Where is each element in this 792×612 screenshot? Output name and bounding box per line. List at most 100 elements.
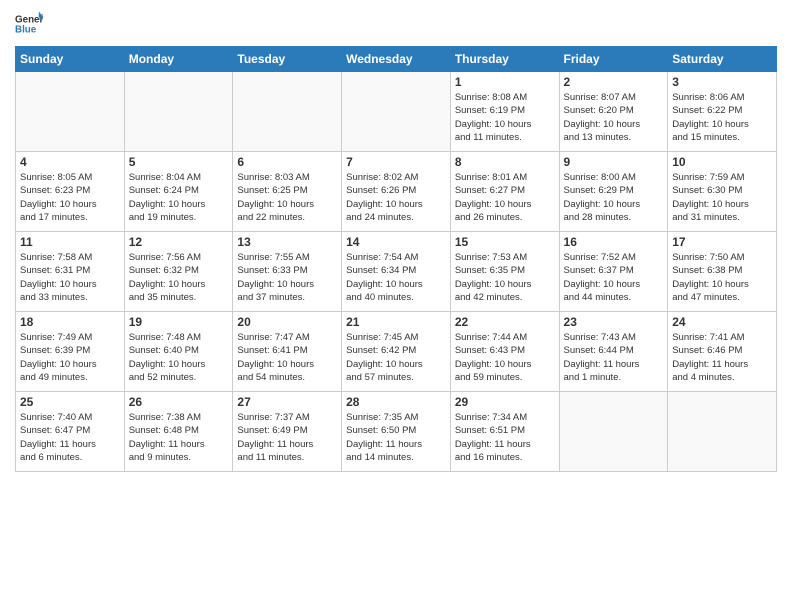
day-number: 1 <box>455 75 555 89</box>
day-number: 22 <box>455 315 555 329</box>
day-info: Sunrise: 7:52 AM Sunset: 6:37 PM Dayligh… <box>564 251 664 304</box>
logo-icon: General Blue <box>15 10 43 38</box>
calendar-cell: 22 Sunrise: 7:44 AM Sunset: 6:43 PM Dayli… <box>450 312 559 392</box>
day-header-tuesday: Tuesday <box>233 47 342 72</box>
day-number: 23 <box>564 315 664 329</box>
day-info: Sunrise: 7:55 AM Sunset: 6:33 PM Dayligh… <box>237 251 337 304</box>
day-number: 14 <box>346 235 446 249</box>
day-info: Sunrise: 8:07 AM Sunset: 6:20 PM Dayligh… <box>564 91 664 144</box>
day-info: Sunrise: 7:38 AM Sunset: 6:48 PM Dayligh… <box>129 411 229 464</box>
calendar-cell: 12 Sunrise: 7:56 AM Sunset: 6:32 PM Dayli… <box>124 232 233 312</box>
calendar-cell <box>124 72 233 152</box>
day-info: Sunrise: 7:59 AM Sunset: 6:30 PM Dayligh… <box>672 171 772 224</box>
week-row-4: 25 Sunrise: 7:40 AM Sunset: 6:47 PM Dayli… <box>16 392 777 472</box>
day-number: 13 <box>237 235 337 249</box>
header: General Blue <box>15 10 777 38</box>
week-row-0: 1Sunrise: 8:08 AM Sunset: 6:19 PM Daylig… <box>16 72 777 152</box>
day-header-saturday: Saturday <box>668 47 777 72</box>
calendar-cell: 26 Sunrise: 7:38 AM Sunset: 6:48 PM Dayli… <box>124 392 233 472</box>
week-row-3: 18 Sunrise: 7:49 AM Sunset: 6:39 PM Dayli… <box>16 312 777 392</box>
svg-text:Blue: Blue <box>15 24 37 35</box>
calendar-cell: 11Sunrise: 7:58 AM Sunset: 6:31 PM Dayli… <box>16 232 125 312</box>
day-number: 21 <box>346 315 446 329</box>
day-number: 11 <box>20 235 120 249</box>
day-info: Sunrise: 8:05 AM Sunset: 6:23 PM Dayligh… <box>20 171 120 224</box>
day-info: Sunrise: 7:53 AM Sunset: 6:35 PM Dayligh… <box>455 251 555 304</box>
day-number: 3 <box>672 75 772 89</box>
day-info: Sunrise: 7:37 AM Sunset: 6:49 PM Dayligh… <box>237 411 337 464</box>
day-info: Sunrise: 8:03 AM Sunset: 6:25 PM Dayligh… <box>237 171 337 224</box>
day-number: 17 <box>672 235 772 249</box>
calendar-cell: 10 Sunrise: 7:59 AM Sunset: 6:30 PM Dayli… <box>668 152 777 232</box>
calendar-cell <box>668 392 777 472</box>
calendar-cell: 3 Sunrise: 8:06 AM Sunset: 6:22 PM Daylig… <box>668 72 777 152</box>
day-info: Sunrise: 8:00 AM Sunset: 6:29 PM Dayligh… <box>564 171 664 224</box>
week-row-1: 4 Sunrise: 8:05 AM Sunset: 6:23 PM Daylig… <box>16 152 777 232</box>
day-info: Sunrise: 7:56 AM Sunset: 6:32 PM Dayligh… <box>129 251 229 304</box>
calendar-header-row: SundayMondayTuesdayWednesdayThursdayFrid… <box>16 47 777 72</box>
day-info: Sunrise: 8:01 AM Sunset: 6:27 PM Dayligh… <box>455 171 555 224</box>
calendar-cell: 2 Sunrise: 8:07 AM Sunset: 6:20 PM Daylig… <box>559 72 668 152</box>
day-info: Sunrise: 8:06 AM Sunset: 6:22 PM Dayligh… <box>672 91 772 144</box>
calendar-cell: 27Sunrise: 7:37 AM Sunset: 6:49 PM Dayli… <box>233 392 342 472</box>
day-header-friday: Friday <box>559 47 668 72</box>
day-info: Sunrise: 7:50 AM Sunset: 6:38 PM Dayligh… <box>672 251 772 304</box>
calendar-cell: 21 Sunrise: 7:45 AM Sunset: 6:42 PM Dayli… <box>342 312 451 392</box>
calendar-cell: 29 Sunrise: 7:34 AM Sunset: 6:51 PM Dayli… <box>450 392 559 472</box>
day-number: 16 <box>564 235 664 249</box>
week-row-2: 11Sunrise: 7:58 AM Sunset: 6:31 PM Dayli… <box>16 232 777 312</box>
day-info: Sunrise: 7:34 AM Sunset: 6:51 PM Dayligh… <box>455 411 555 464</box>
day-number: 2 <box>564 75 664 89</box>
calendar-cell: 9 Sunrise: 8:00 AM Sunset: 6:29 PM Daylig… <box>559 152 668 232</box>
day-number: 19 <box>129 315 229 329</box>
day-number: 29 <box>455 395 555 409</box>
calendar-cell <box>16 72 125 152</box>
day-info: Sunrise: 7:43 AM Sunset: 6:44 PM Dayligh… <box>564 331 664 384</box>
calendar-cell: 16 Sunrise: 7:52 AM Sunset: 6:37 PM Dayli… <box>559 232 668 312</box>
calendar-cell: 17 Sunrise: 7:50 AM Sunset: 6:38 PM Dayli… <box>668 232 777 312</box>
day-info: Sunrise: 8:02 AM Sunset: 6:26 PM Dayligh… <box>346 171 446 224</box>
day-number: 9 <box>564 155 664 169</box>
calendar-cell: 13 Sunrise: 7:55 AM Sunset: 6:33 PM Dayli… <box>233 232 342 312</box>
day-number: 7 <box>346 155 446 169</box>
day-header-sunday: Sunday <box>16 47 125 72</box>
calendar-cell: 25 Sunrise: 7:40 AM Sunset: 6:47 PM Dayli… <box>16 392 125 472</box>
day-number: 12 <box>129 235 229 249</box>
day-number: 26 <box>129 395 229 409</box>
day-info: Sunrise: 7:45 AM Sunset: 6:42 PM Dayligh… <box>346 331 446 384</box>
day-info: Sunrise: 7:49 AM Sunset: 6:39 PM Dayligh… <box>20 331 120 384</box>
day-number: 25 <box>20 395 120 409</box>
day-number: 6 <box>237 155 337 169</box>
day-info: Sunrise: 7:44 AM Sunset: 6:43 PM Dayligh… <box>455 331 555 384</box>
calendar-cell: 6 Sunrise: 8:03 AM Sunset: 6:25 PM Daylig… <box>233 152 342 232</box>
day-number: 10 <box>672 155 772 169</box>
logo: General Blue <box>15 10 43 38</box>
day-info: Sunrise: 7:41 AM Sunset: 6:46 PM Dayligh… <box>672 331 772 384</box>
day-info: Sunrise: 7:54 AM Sunset: 6:34 PM Dayligh… <box>346 251 446 304</box>
calendar-cell: 28 Sunrise: 7:35 AM Sunset: 6:50 PM Dayli… <box>342 392 451 472</box>
calendar-cell: 18 Sunrise: 7:49 AM Sunset: 6:39 PM Dayli… <box>16 312 125 392</box>
day-number: 24 <box>672 315 772 329</box>
day-number: 5 <box>129 155 229 169</box>
day-number: 15 <box>455 235 555 249</box>
day-info: Sunrise: 7:48 AM Sunset: 6:40 PM Dayligh… <box>129 331 229 384</box>
day-info: Sunrise: 7:47 AM Sunset: 6:41 PM Dayligh… <box>237 331 337 384</box>
day-header-monday: Monday <box>124 47 233 72</box>
day-header-thursday: Thursday <box>450 47 559 72</box>
day-number: 18 <box>20 315 120 329</box>
calendar-body: 1Sunrise: 8:08 AM Sunset: 6:19 PM Daylig… <box>16 72 777 472</box>
page: General Blue SundayMondayTuesdayWednesda… <box>0 0 792 612</box>
day-number: 4 <box>20 155 120 169</box>
day-info: Sunrise: 7:35 AM Sunset: 6:50 PM Dayligh… <box>346 411 446 464</box>
day-info: Sunrise: 8:04 AM Sunset: 6:24 PM Dayligh… <box>129 171 229 224</box>
calendar-cell: 24 Sunrise: 7:41 AM Sunset: 6:46 PM Dayli… <box>668 312 777 392</box>
calendar-cell: 20 Sunrise: 7:47 AM Sunset: 6:41 PM Dayli… <box>233 312 342 392</box>
calendar-cell <box>342 72 451 152</box>
day-number: 28 <box>346 395 446 409</box>
day-header-wednesday: Wednesday <box>342 47 451 72</box>
calendar-cell: 8Sunrise: 8:01 AM Sunset: 6:27 PM Daylig… <box>450 152 559 232</box>
day-number: 20 <box>237 315 337 329</box>
calendar-cell <box>559 392 668 472</box>
day-info: Sunrise: 7:40 AM Sunset: 6:47 PM Dayligh… <box>20 411 120 464</box>
calendar-cell: 7 Sunrise: 8:02 AM Sunset: 6:26 PM Daylig… <box>342 152 451 232</box>
